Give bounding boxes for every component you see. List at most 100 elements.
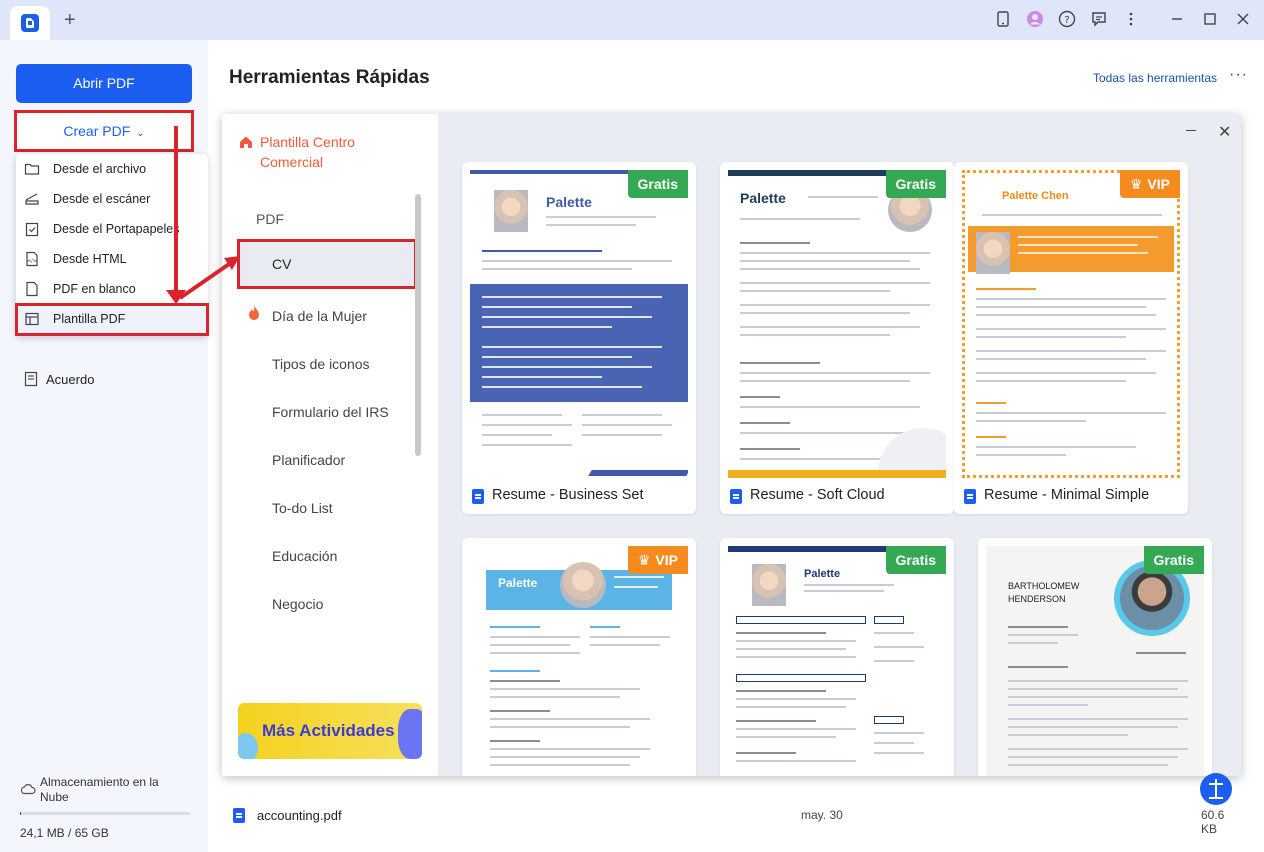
menu-item-label: PDF en blanco: [53, 282, 136, 296]
category-header[interactable]: Plantilla Centro Comercial: [260, 132, 410, 172]
menu-item-label: Plantilla PDF: [53, 312, 126, 326]
category-cv[interactable]: CV: [237, 239, 417, 289]
dialog-minimize-icon[interactable]: [1186, 130, 1196, 131]
home-tab[interactable]: [10, 6, 50, 40]
thumb-title: Palette: [546, 194, 592, 210]
category-womens-day[interactable]: Día de la Mujer: [272, 308, 367, 324]
vip-badge: VIP: [1119, 170, 1180, 198]
storage-usage-text: 24,1 MB / 65 GB: [20, 826, 109, 840]
app-logo-icon: [21, 14, 39, 32]
category-todo-list[interactable]: To-do List: [272, 500, 333, 516]
cloud-storage-label: Almacenamiento en la Nube: [40, 775, 159, 804]
template-name: Resume - Business Set: [492, 487, 644, 503]
free-badge: Gratis: [627, 170, 688, 198]
template-name: Resume - Minimal Simple: [984, 487, 1150, 503]
template-card[interactable]: Palette: [720, 538, 954, 776]
home-icon: [240, 136, 252, 148]
title-bar: + ?: [0, 0, 1264, 40]
thumb-title: Palette: [804, 568, 841, 580]
file-date: may. 30: [801, 808, 843, 822]
help-icon[interactable]: ?: [1057, 10, 1077, 30]
template-thumbnail: Palette: [728, 170, 946, 478]
scanner-icon: [25, 193, 39, 205]
sidebar-item-label: Acuerdo: [46, 372, 95, 387]
close-icon[interactable]: [1233, 10, 1253, 30]
dialog-close-icon[interactable]: ✕: [1218, 122, 1231, 142]
open-pdf-button[interactable]: Abrir PDF: [16, 64, 192, 103]
svg-text:</>: </>: [27, 259, 37, 265]
category-planner[interactable]: Planificador: [272, 452, 345, 468]
free-badge: Gratis: [885, 170, 946, 198]
folder-icon: [24, 163, 40, 175]
template-thumbnail: Palette: [470, 170, 688, 478]
menu-item-label: Desde el Portapapeles: [53, 222, 180, 236]
menu-item-blank-pdf[interactable]: PDF en blanco: [16, 274, 208, 304]
fire-icon: [249, 305, 259, 320]
template-card[interactable]: BARTHOLOMEW HENDERSON Gratis: [978, 538, 1212, 776]
document-icon: [472, 489, 484, 504]
recent-file-row[interactable]: accounting.pdf may. 30 60.6 KB: [229, 806, 1239, 836]
template-card[interactable]: Palette: [462, 538, 696, 776]
template-dialog: Plantilla Centro Comercial PDF CV Día de…: [222, 114, 1241, 776]
pdf-file-icon: [233, 808, 245, 823]
template-card[interactable]: Palette: [720, 162, 954, 514]
template-thumbnail: Palette Chen: [962, 170, 1180, 478]
sidebar-item-agreement[interactable]: Acuerdo: [24, 370, 94, 390]
vip-badge: VIP: [627, 546, 688, 574]
blank-page-icon: [26, 281, 38, 297]
storage-usage-fill: [20, 812, 21, 815]
category-education[interactable]: Educación: [272, 548, 337, 564]
thumb-title: Palette: [740, 190, 786, 206]
template-thumbnail: Palette: [470, 546, 688, 776]
menu-item-from-html[interactable]: </> Desde HTML: [16, 244, 208, 274]
feedback-icon[interactable]: [1089, 10, 1109, 30]
create-pdf-button[interactable]: Crear PDF ⌄: [14, 110, 194, 152]
file-size: 60.6 KB: [1201, 808, 1225, 836]
cloud-storage-link[interactable]: Almacenamiento en la Nube: [20, 775, 190, 805]
category-irs-form[interactable]: Formulario del IRS: [272, 404, 389, 420]
template-card[interactable]: Palette: [462, 162, 696, 514]
agreement-icon: [24, 371, 38, 387]
floating-tools-button[interactable]: [1200, 773, 1232, 805]
category-panel: Plantilla Centro Comercial PDF CV Día de…: [222, 114, 438, 776]
category-scrollbar[interactable]: [415, 194, 421, 456]
page-title: Herramientas Rápidas: [229, 67, 430, 88]
menu-item-from-file[interactable]: Desde el archivo: [16, 154, 208, 184]
thumb-title: BARTHOLOMEW HENDERSON: [1008, 581, 1080, 604]
document-icon: [964, 489, 976, 504]
template-icon: [25, 312, 39, 326]
category-section-label: PDF: [256, 211, 284, 227]
template-thumbnail: Palette: [728, 546, 946, 776]
template-grid: Palette Gratis Resume - Business Set Pal…: [438, 114, 1241, 776]
banner-text: Más Actividades: [262, 721, 395, 740]
new-tab-button[interactable]: +: [64, 9, 76, 32]
maximize-icon[interactable]: [1200, 10, 1220, 30]
menu-item-from-scanner[interactable]: Desde el escáner: [16, 184, 208, 214]
template-card[interactable]: Palette Chen ♛ VIP Resume - Minimal Simp…: [954, 162, 1188, 514]
avatar-icon[interactable]: [1025, 10, 1045, 30]
sidebar: Abrir PDF Crear PDF ⌄ Desde el archivo De…: [0, 40, 209, 852]
menu-item-from-clipboard[interactable]: Desde el Portapapeles: [16, 214, 208, 244]
clipboard-icon: [25, 222, 39, 237]
minimize-icon[interactable]: [1167, 10, 1187, 30]
create-pdf-menu: Desde el archivo Desde el escáner Desde …: [15, 154, 209, 336]
svg-text:?: ?: [1064, 15, 1069, 26]
menu-item-label: Desde el archivo: [53, 162, 147, 176]
free-badge: Gratis: [1143, 546, 1204, 574]
thumb-title: Palette: [498, 576, 538, 590]
template-name: Resume - Soft Cloud: [750, 487, 885, 503]
more-vertical-icon[interactable]: [1121, 10, 1141, 30]
menu-item-label: Desde HTML: [53, 252, 127, 266]
category-business[interactable]: Negocio: [272, 596, 323, 612]
menu-item-label: Desde el escáner: [53, 192, 151, 206]
category-icon-types[interactable]: Tipos de iconos: [272, 356, 370, 372]
more-activities-banner[interactable]: Más Actividades: [238, 703, 422, 759]
chevron-down-icon: ⌄: [136, 128, 145, 139]
more-options-button[interactable]: ···: [1229, 66, 1248, 84]
html-icon: </>: [26, 251, 38, 267]
create-pdf-label: Crear PDF: [63, 123, 131, 139]
tablet-icon[interactable]: [993, 10, 1013, 30]
menu-item-pdf-template[interactable]: Plantilla PDF: [15, 303, 209, 336]
all-tools-link[interactable]: Todas las herramientas: [1093, 71, 1217, 85]
template-thumbnail: BARTHOLOMEW HENDERSON: [986, 546, 1204, 776]
